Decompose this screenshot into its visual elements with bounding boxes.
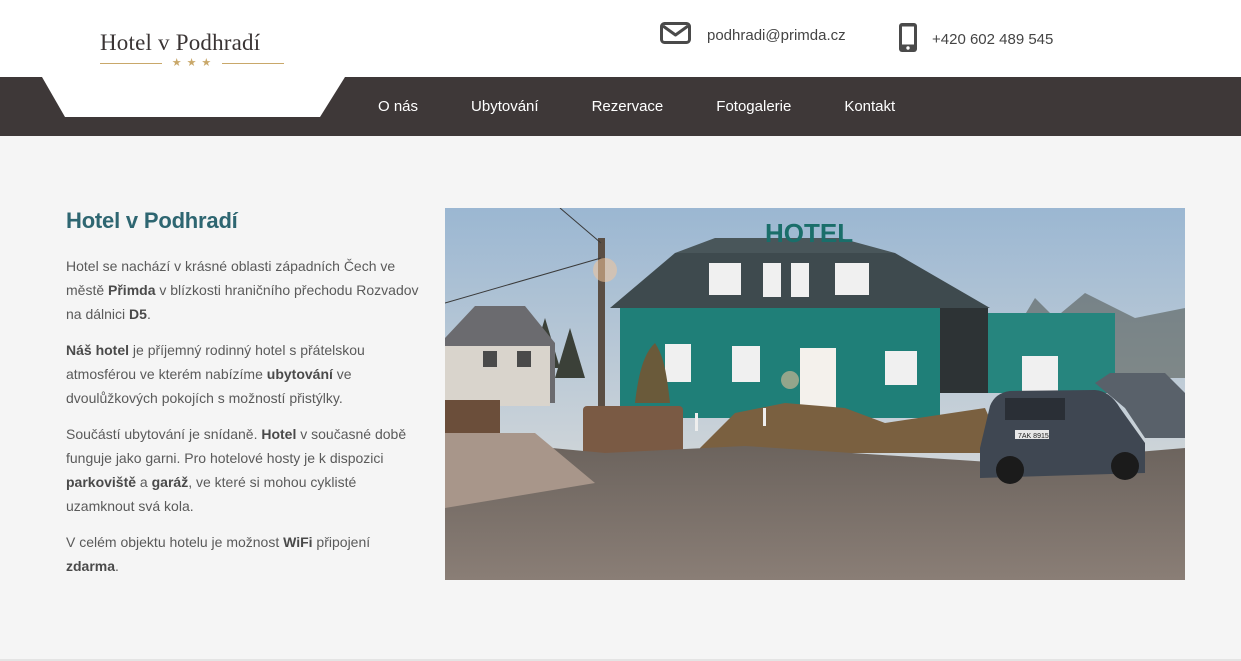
header: Hotel v Podhradí ★★★ podhradi@primda.cz …: [0, 0, 1241, 77]
logo-text: Hotel v Podhradí: [100, 30, 261, 55]
logo-line-left: [100, 62, 162, 64]
nav-item-o-nas[interactable]: O nás: [378, 98, 418, 115]
email-text[interactable]: podhradi@primda.cz: [707, 27, 846, 44]
logo-line-right: [222, 62, 284, 64]
hotel-photo: HOTEL 7AK 8915: [445, 208, 1185, 580]
logo-stars: ★★★: [171, 57, 217, 69]
intro-paragraph-4: V celém objektu hotelu je možnost WiFi p…: [66, 534, 371, 574]
intro-paragraph-3: Součástí ubytování je snídaně. Hotel v s…: [66, 426, 407, 514]
contact-phone[interactable]: +420 602 489 545: [898, 22, 1053, 57]
nav-item-kontakt[interactable]: Kontakt: [844, 98, 895, 115]
page-title: Hotel v Podhradí: [66, 208, 238, 233]
logo-decoration: ★★★: [100, 57, 284, 69]
intro-paragraph-1: Hotel se nachází v krásné oblasti západn…: [66, 258, 419, 322]
logo-notch: [42, 77, 345, 117]
hotel-logo[interactable]: Hotel v Podhradí ★★★: [100, 30, 284, 69]
envelope-icon: [660, 22, 691, 48]
phone-icon: [898, 22, 918, 57]
nav-item-ubytovani[interactable]: Ubytování: [471, 98, 539, 115]
hotel-sign: HOTEL: [765, 218, 853, 248]
intro-paragraph-2: Náš hotel je příjemný rodinný hotel s př…: [66, 342, 365, 406]
nav-item-rezervace[interactable]: Rezervace: [592, 98, 664, 115]
car-plate: 7AK 8915: [1018, 433, 1049, 440]
nav-item-fotogalerie[interactable]: Fotogalerie: [716, 98, 791, 115]
contact-email[interactable]: podhradi@primda.cz: [660, 22, 846, 48]
intro-section: Hotel v Podhradí Hotel se nachází v krás…: [66, 208, 426, 590]
phone-text[interactable]: +420 602 489 545: [932, 31, 1053, 48]
main-navigation: O nás Ubytování Rezervace Fotogalerie Ko…: [0, 77, 1241, 136]
